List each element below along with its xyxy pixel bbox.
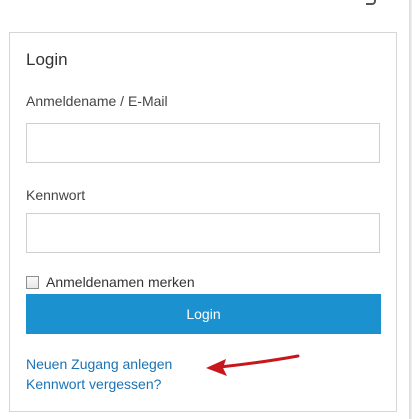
register-link[interactable]: Neuen Zugang anlegen: [26, 356, 172, 372]
login-title: Login: [26, 50, 68, 69]
username-input[interactable]: [26, 123, 380, 163]
forgot-password-link[interactable]: Kennwort vergessen?: [26, 376, 161, 392]
username-label: Anmeldename / E-Mail: [26, 93, 168, 109]
red-arrow-icon: [206, 354, 300, 376]
remember-label: Anmeldenamen merken: [46, 274, 195, 290]
password-label: Kennwort: [26, 187, 86, 203]
login-button[interactable]: Login: [26, 294, 381, 334]
top-strip: [0, 0, 420, 10]
page-edge-shadow: [409, 0, 412, 419]
remember-checkbox[interactable]: [26, 276, 39, 289]
password-input[interactable]: [26, 213, 380, 253]
